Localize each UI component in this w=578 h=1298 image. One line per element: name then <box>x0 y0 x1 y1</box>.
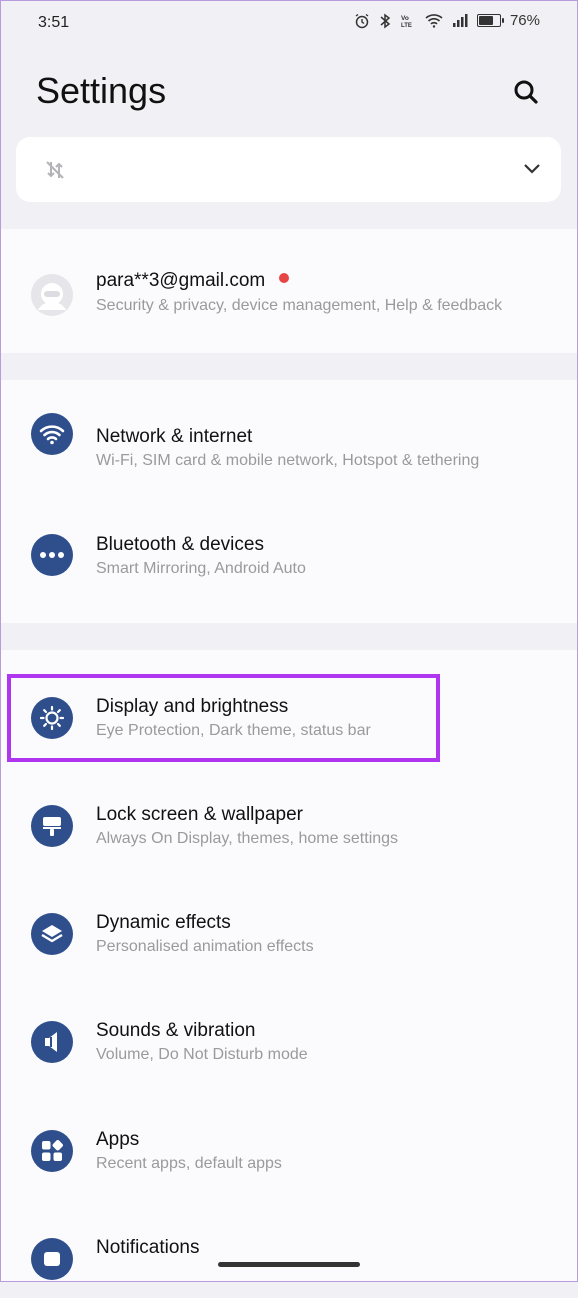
settings-item-lockscreen[interactable]: Lock screen & wallpaper Always On Displa… <box>0 758 578 866</box>
volte-icon: VoLTE <box>401 15 412 29</box>
brightness-icon <box>31 697 73 739</box>
wallpaper-icon <box>31 805 73 847</box>
apps-grid-icon <box>31 1130 73 1172</box>
connectivity-section: Network & internet Wi-Fi, SIM card & mob… <box>0 380 578 623</box>
quick-settings-card[interactable] <box>16 137 561 202</box>
speaker-icon <box>31 1021 73 1063</box>
personalization-section: Display and brightness Eye Protection, D… <box>0 650 578 1282</box>
settings-item-dynamic-effects[interactable]: Dynamic effects Personalised animation e… <box>0 866 578 974</box>
item-subtitle: Eye Protection, Dark theme, status bar <box>96 722 371 739</box>
alarm-icon <box>355 13 369 28</box>
mobile-data-off-icon[interactable] <box>44 159 66 181</box>
account-email: para**3@gmail.com <box>96 270 266 291</box>
item-title: Network & internet <box>96 426 253 447</box>
avatar <box>31 274 73 316</box>
layers-icon <box>31 913 73 955</box>
battery-icon <box>476 14 504 27</box>
item-subtitle: Smart Mirroring, Android Auto <box>96 560 306 577</box>
status-time: 3:51 <box>38 14 70 31</box>
item-title: Apps <box>96 1129 140 1150</box>
settings-item-sounds[interactable]: Sounds & vibration Volume, Do Not Distur… <box>0 974 578 1082</box>
item-subtitle: Recent apps, default apps <box>96 1155 282 1172</box>
item-title: Sounds & vibration <box>96 1020 256 1041</box>
wifi-icon <box>425 14 443 28</box>
signal-icon <box>452 14 468 27</box>
notification-icon <box>31 1238 73 1280</box>
item-subtitle: Wi-Fi, SIM card & mobile network, Hotspo… <box>96 452 480 469</box>
settings-item-display[interactable]: Display and brightness Eye Protection, D… <box>0 650 578 758</box>
account-row[interactable]: para**3@gmail.com Security & privacy, de… <box>0 237 578 345</box>
status-bar: 3:51 Vo LTE 76% <box>0 0 578 46</box>
item-subtitle: Volume, Do Not Disturb mode <box>96 1046 308 1063</box>
item-title: Notifications <box>96 1237 200 1258</box>
page-title: Settings <box>36 70 167 111</box>
notification-dot <box>279 273 290 283</box>
account-subtitle: Security & privacy, device management, H… <box>96 297 503 314</box>
more-dots-icon <box>31 534 73 576</box>
item-subtitle: Always On Display, themes, home settings <box>96 830 399 847</box>
home-indicator[interactable] <box>218 1262 360 1267</box>
item-title: Dynamic effects <box>96 912 231 933</box>
item-title: Lock screen & wallpaper <box>96 804 303 825</box>
item-title: Display and brightness <box>96 696 289 717</box>
item-subtitle: Personalised animation effects <box>96 938 314 955</box>
search-button[interactable] <box>512 78 542 108</box>
svg-text:Vo: Vo <box>401 15 409 22</box>
item-title: Bluetooth & devices <box>96 534 264 555</box>
search-icon <box>514 80 538 104</box>
bluetooth-icon <box>380 13 391 28</box>
wifi-icon <box>31 413 73 455</box>
battery-percent: 76% <box>509 12 540 29</box>
svg-text:LTE: LTE <box>401 23 412 29</box>
settings-item-bluetooth[interactable]: Bluetooth & devices Smart Mirroring, And… <box>0 488 578 596</box>
settings-item-network[interactable]: Network & internet Wi-Fi, SIM card & mob… <box>0 380 578 488</box>
account-section: para**3@gmail.com Security & privacy, de… <box>0 229 578 353</box>
chevron-down-icon[interactable] <box>523 163 541 175</box>
settings-item-apps[interactable]: Apps Recent apps, default apps <box>0 1082 578 1190</box>
